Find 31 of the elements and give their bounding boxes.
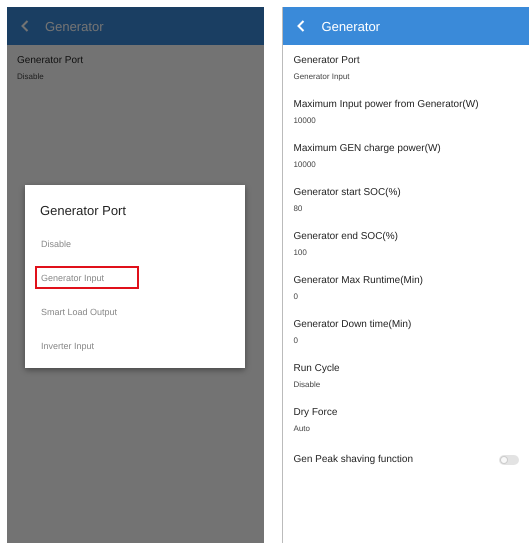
setting-label: Generator Down time(Min): [293, 318, 412, 332]
dialog-title: Generator Port: [40, 203, 127, 218]
toggle-switch[interactable]: [499, 455, 519, 465]
header-title: Generator: [321, 18, 380, 34]
setting-label: Generator start SOC(%): [293, 186, 402, 200]
setting-value: 0: [293, 335, 299, 346]
setting-label: Dry Force: [293, 406, 338, 420]
setting-label: Gen Peak shaving function: [293, 453, 414, 467]
setting-value: 100: [293, 247, 308, 258]
back-icon[interactable]: [297, 20, 306, 32]
setting-value: 10000: [293, 115, 317, 126]
setting-label: Generator Max Runtime(Min): [293, 274, 424, 288]
setting-label: Generator Port: [17, 54, 84, 68]
setting-value: Auto: [293, 423, 311, 434]
setting-label: Maximum Input power from Generator(W): [293, 98, 480, 112]
setting-value: 80: [293, 203, 304, 214]
back-icon[interactable]: [21, 20, 29, 32]
dialog-option[interactable]: Smart Load Output: [35, 300, 139, 323]
setting-label: Generator end SOC(%): [293, 230, 399, 244]
setting-label: Generator Port: [293, 54, 361, 68]
dialog-option[interactable]: Generator Input: [35, 266, 139, 289]
setting-value: Disable: [293, 379, 322, 390]
setting-label: Run Cycle: [293, 362, 341, 376]
setting-value: Generator Input: [293, 71, 351, 82]
setting-value: Disable: [17, 71, 45, 82]
header-title: Generator: [45, 18, 104, 34]
setting-value: 0: [293, 291, 299, 302]
dialog-option[interactable]: Inverter Input: [35, 334, 139, 357]
dialog-option[interactable]: Disable: [35, 232, 139, 255]
setting-value: 10000: [293, 159, 317, 170]
setting-label: Maximum GEN charge power(W): [293, 142, 442, 156]
